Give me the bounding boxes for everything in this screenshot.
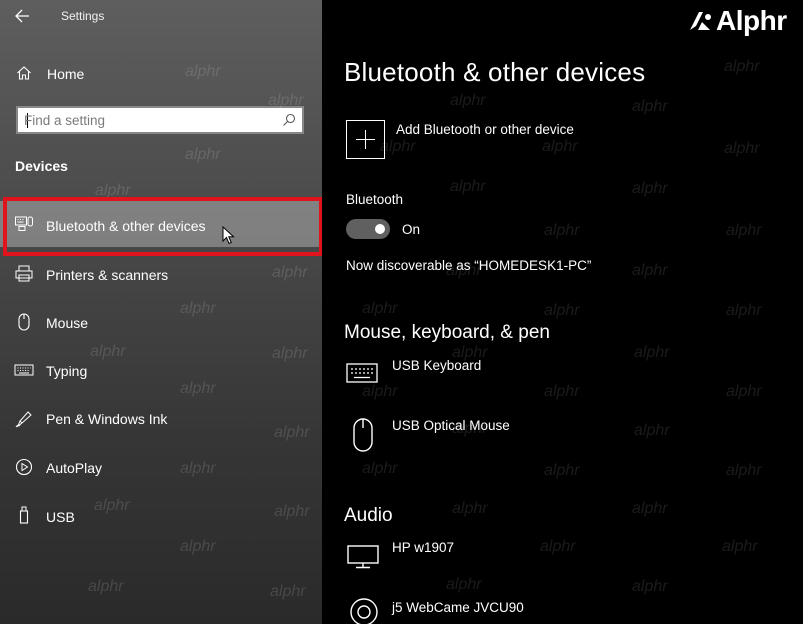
- device-webcam[interactable]: j5 WebCame JVCU90: [392, 600, 524, 615]
- watermark: alphr: [724, 58, 760, 75]
- watermark: alphr: [180, 538, 216, 555]
- search-input[interactable]: [24, 111, 274, 129]
- bluetooth-toggle[interactable]: [346, 219, 390, 239]
- home-link[interactable]: Home: [0, 58, 322, 88]
- watermark: alphr: [185, 146, 221, 163]
- watermark: alphr: [632, 500, 668, 517]
- watermark: alphr: [450, 92, 486, 109]
- sidebar-item-printers[interactable]: Printers & scanners: [0, 251, 322, 297]
- bluetooth-devices-icon: [14, 214, 34, 234]
- watermark: alphr: [452, 500, 488, 517]
- sidebar-item-label: AutoPlay: [46, 460, 103, 476]
- page-title: Bluetooth & other devices: [344, 57, 646, 87]
- watermark: alphr: [632, 262, 668, 279]
- watermark: alphr: [726, 222, 762, 239]
- discoverable-text: Now discoverable as “HOMEDESK1-PC”: [346, 258, 592, 273]
- search-icon[interactable]: [282, 113, 296, 127]
- title-bar: Settings: [0, 0, 322, 34]
- watermark: alphr: [726, 383, 762, 400]
- toggle-knob: [375, 224, 385, 234]
- monitor-icon: [346, 544, 380, 575]
- watermark: alphr: [446, 576, 482, 593]
- device-usb-keyboard[interactable]: USB Keyboard: [392, 358, 481, 373]
- alphr-logo: Alphr: [688, 4, 800, 38]
- watermark: alphr: [634, 422, 670, 439]
- mouse-icon: [14, 312, 34, 332]
- watermark: alphr: [544, 302, 580, 319]
- keyboard-icon: [14, 360, 34, 380]
- sidebar-item-label: Typing: [46, 363, 88, 379]
- sidebar-item-label: Printers & scanners: [46, 267, 169, 283]
- settings-sidebar: Settings Home Devices Bluetooth & other …: [0, 0, 322, 624]
- sidebar-item-label: Bluetooth & other devices: [46, 218, 206, 234]
- back-arrow-icon[interactable]: [12, 6, 34, 26]
- watermark: alphr: [632, 578, 668, 595]
- sidebar-item-bluetooth[interactable]: Bluetooth & other devices: [0, 201, 322, 247]
- alphr-logo-icon: [688, 8, 714, 34]
- watermark: alphr: [270, 583, 306, 600]
- sidebar-item-pen[interactable]: Pen & Windows Ink: [0, 396, 322, 442]
- watermark: alphr: [726, 302, 762, 319]
- sidebar-item-typing[interactable]: Typing: [0, 347, 322, 393]
- section-title: Devices: [15, 158, 68, 174]
- watermark: alphr: [544, 462, 580, 479]
- sidebar-item-mouse[interactable]: Mouse: [0, 299, 322, 345]
- sidebar-item-autoplay[interactable]: AutoPlay: [0, 444, 322, 490]
- add-device-label[interactable]: Add Bluetooth or other device: [396, 122, 574, 137]
- search-box[interactable]: [16, 106, 304, 134]
- autoplay-icon: [14, 457, 34, 477]
- watermark: alphr: [544, 383, 580, 400]
- device-usb-optical-mouse[interactable]: USB Optical Mouse: [392, 418, 510, 433]
- webcam-icon: [348, 598, 380, 624]
- watermark: alphr: [632, 180, 668, 197]
- mouse-icon: [352, 417, 374, 458]
- device-hp-monitor[interactable]: HP w1907: [392, 540, 454, 555]
- watermark: alphr: [95, 182, 131, 199]
- sidebar-item-label: Mouse: [46, 315, 89, 331]
- logo-text: Alphr: [716, 5, 787, 36]
- keyboard-icon: [346, 362, 378, 389]
- sidebar-item-label: Pen & Windows Ink: [46, 411, 168, 427]
- watermark: alphr: [450, 178, 486, 195]
- printer-icon: [14, 264, 34, 284]
- window-title: Settings: [61, 9, 105, 23]
- watermark: alphr: [726, 462, 762, 479]
- add-device-button[interactable]: [346, 120, 385, 159]
- pen-icon: [14, 409, 34, 429]
- watermark: alphr: [632, 98, 668, 115]
- watermark: alphr: [542, 138, 578, 155]
- home-label: Home: [47, 66, 85, 82]
- usb-icon: [14, 505, 34, 525]
- sidebar-item-usb[interactable]: USB: [0, 492, 322, 538]
- watermark: alphr: [362, 460, 398, 477]
- watermark: alphr: [88, 578, 124, 595]
- main-content: Bluetooth & other devices Add Bluetooth …: [322, 0, 803, 624]
- watermark: alphr: [544, 222, 580, 239]
- watermark: alphr: [722, 538, 758, 555]
- watermark: alphr: [540, 538, 576, 555]
- watermark: alphr: [380, 138, 416, 155]
- watermark: alphr: [724, 140, 760, 157]
- watermark: alphr: [634, 344, 670, 361]
- sidebar-item-label: USB: [46, 509, 75, 525]
- home-icon: [16, 65, 32, 81]
- group-title-audio: Audio: [344, 505, 393, 526]
- mouse-cursor-icon: [222, 225, 236, 246]
- watermark: alphr: [362, 300, 398, 317]
- bluetooth-label: Bluetooth: [346, 192, 404, 207]
- group-title-input-devices: Mouse, keyboard, & pen: [344, 322, 550, 343]
- bluetooth-state: On: [402, 222, 421, 237]
